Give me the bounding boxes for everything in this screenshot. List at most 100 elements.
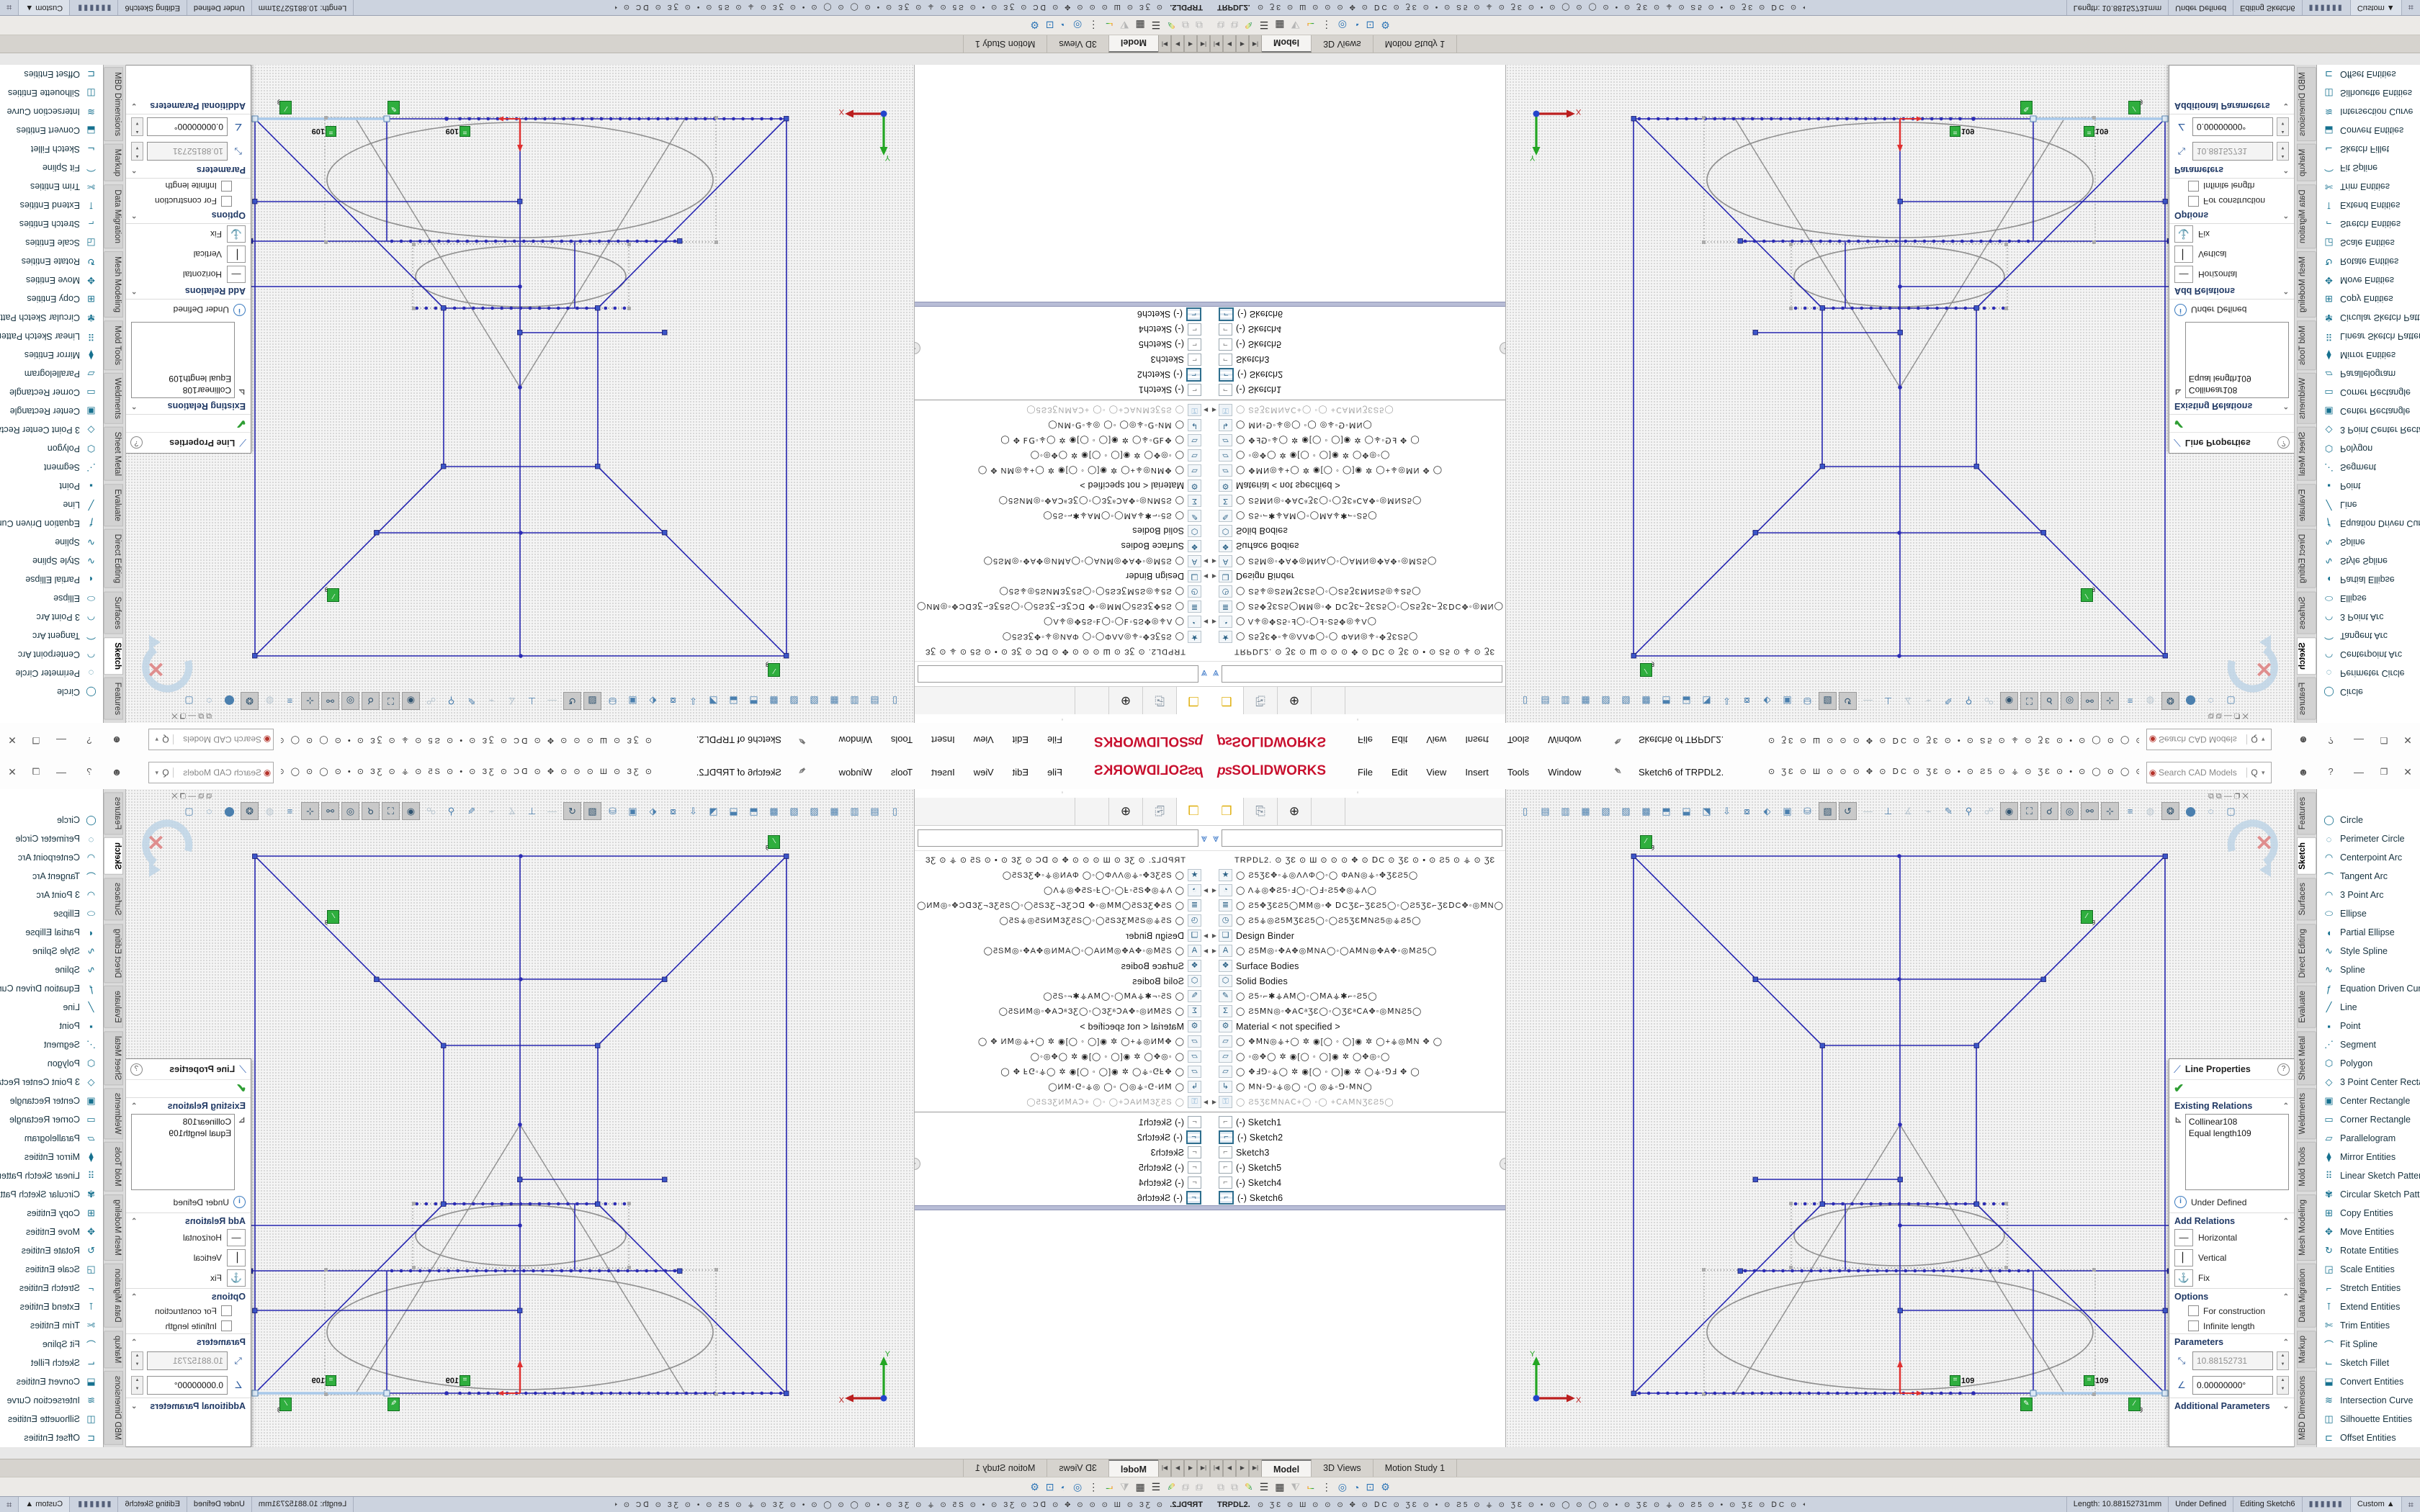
add-relation-button[interactable]: ⚓Fix — [2169, 224, 2294, 244]
feature-tree-item[interactable]: ▱ ◯ ✥ⅯΝ◎⚶+◯ ✲ ◉[◯ ◦ ◯]◉ ✲ ◯+⚶◎ⅯΝ ✥ ◯ — [1210, 1034, 1505, 1049]
command-tab[interactable]: MBD Dimensions — [2297, 1371, 2316, 1445]
equal-length-tag[interactable]: =109 — [2084, 1375, 2108, 1386]
featuremanager-tab[interactable]: ❒ — [1210, 687, 1244, 714]
feature-tree-item[interactable]: ★ ◯ Ƨ5ƷƐ✥◦⚶◎ΛΛΦ◯◦◯ ΦΑΝ◎⚶◦✥ƷƐƧ5◯ — [1210, 629, 1505, 644]
sketch-tool-item[interactable]: ƒ Equation Driven Curve — [2317, 979, 2420, 998]
expand-icon[interactable]: ⌄ — [131, 1403, 137, 1410]
feature-tree-item[interactable]: ⌐ (-) Sketch2 — [915, 367, 1210, 382]
graphics-area[interactable]: ⧉ ⧉ — ❐ ✕ ▯▤▥▦▧▨▩⬒⬓⬔⇩⧇⬖▣⛁▨↺—⊥∡⌁✎⚲☍◉⛶☌◎⚯⊹… — [1506, 65, 2294, 723]
sketch-tool-item[interactable]: ▣ Center Rectangle — [2317, 1092, 2420, 1110]
command-tab[interactable]: Evaluate — [104, 484, 123, 526]
menu-item[interactable]: View — [1426, 734, 1446, 745]
search-dropdown-icon[interactable]: ▾ — [149, 736, 158, 744]
sketch-tool-item[interactable]: ⋰ Segment — [2317, 1035, 2420, 1054]
relation-badge[interactable]: ∕ȝ — [279, 1398, 292, 1411]
sketch-tool-item[interactable]: ◌ Perimeter Circle — [0, 829, 103, 848]
menu-item[interactable]: Tools — [891, 767, 913, 778]
sketch-tool-item[interactable]: ↻ Rotate Entities — [2317, 1241, 2420, 1260]
sketch-tool-item[interactable]: ▱ Parallelogram — [2317, 364, 2420, 383]
sketch-tool-item[interactable]: ✥ Move Entities — [0, 1223, 103, 1241]
feature-tree-item[interactable]: ≣ ◯ Ƨ5✥ƷƐƧ5◯ⅯⅯ◎◦✥ ⅮϹƷƐ⌐ƷƐƧ5◯◦◯Ƨ5ƷƐ⌐ƷƐⅮϹ✥… — [915, 898, 1210, 913]
sketch-tool-item[interactable]: ✾ Circular Sketch Pattern — [2317, 1185, 2420, 1204]
sketch-tool-item[interactable]: ⌐ Stretch Entities — [0, 1279, 103, 1297]
relation-button-icon[interactable]: ⚓ — [2174, 225, 2193, 243]
command-tab[interactable]: Surfaces — [2297, 592, 2316, 634]
menu-item[interactable]: Tools — [1507, 734, 1529, 745]
collapse-icon[interactable]: ⌃ — [131, 166, 137, 174]
sketch-tool-item[interactable]: ⌒ Tangent Arc — [0, 867, 103, 886]
tree-filter-input[interactable] — [1222, 665, 1502, 683]
collapse-icon[interactable]: ⌃ — [131, 1102, 137, 1110]
feature-tree-item[interactable]: ▱ ◯ ◦◎✥◯ ✲ ◉[◯ ◦ ◯]◉ ✲ ◯✥◎◦◯ — [915, 448, 1210, 463]
relations-listbox[interactable]: Collinear108Equal length109 — [131, 322, 235, 398]
feature-tree-item[interactable]: ≣ ◯ Ƨ5✥ƷƐƧ5◯ⅯⅯ◎◦✥ ⅮϹƷƐ⌐ƷƐƧ5◯◦◯Ƨ5ƷƐ⌐ƷƐⅮϹ✥… — [915, 599, 1210, 614]
help-icon[interactable]: ? — [80, 732, 99, 749]
command-tab[interactable]: Weldments — [2297, 373, 2316, 424]
sketch-tool-item[interactable]: ⠿ Linear Sketch Pattern — [0, 327, 103, 346]
sketch-tool-item[interactable]: ▣ Center Rectangle — [2317, 402, 2420, 420]
menu-item[interactable]: Insert — [1465, 767, 1489, 778]
length-input[interactable]: 10.88152731 — [2192, 142, 2273, 161]
sketch-tool-item[interactable]: ⌒ Fit Spline — [0, 158, 103, 177]
view-tool-icon[interactable]: ⧨ — [1291, 19, 1301, 31]
menu-item[interactable]: Tools — [1507, 767, 1529, 778]
sketch-tool-item[interactable]: ◠ Centerpoint Arc — [0, 645, 103, 664]
relation-badge[interactable]: ∕ȝ — [2081, 588, 2093, 602]
command-tab[interactable]: Mold Tools — [104, 1142, 123, 1192]
sketch-tool-item[interactable]: ✄ Trim Entities — [2317, 177, 2420, 196]
sketch-tool-item[interactable]: ⌐ Stretch Entities — [2317, 1279, 2420, 1297]
tree-expander-icon[interactable]: ▶ — [1201, 618, 1210, 625]
graphics-area[interactable]: ⧉ ⧉ — ❐ ✕ ▯▤▥▦▧▨▩⬒⬓⬔⇩⧇⬖▣⛁▨↺—⊥∡⌁✎⚲☍◉⛶☌◎⚯⊹… — [1506, 789, 2294, 1447]
feature-tree-item[interactable]: ❖ Surface Bodies — [1210, 539, 1505, 554]
feature-tree-item[interactable]: ⚙ Material < not specified > — [915, 1019, 1210, 1034]
view-tool-icon[interactable]: ⚙ — [1381, 1481, 1390, 1493]
tree-filter-input[interactable] — [918, 829, 1198, 847]
sketch-tool-item[interactable]: ⋰ Segment — [2317, 458, 2420, 477]
cancel-sketch-icon[interactable]: ✕ — [2255, 831, 2273, 856]
command-tab[interactable]: Data Migration — [104, 184, 123, 248]
featuremanager-split-bar[interactable] — [915, 1205, 1210, 1210]
feature-tree-item[interactable]: ◷ ◯ Ƨ5⚶◎Ƨ5ⅯƷƐƧ5◯◦◯Ƨ5ƷƐⅯΝƧ5◎⚶Ƨ5◯ — [915, 584, 1210, 599]
add-relation-button[interactable]: ⎢Vertical — [126, 244, 251, 264]
relation-button-icon[interactable]: ⚓ — [2174, 1269, 2193, 1287]
sketch-tool-item[interactable]: ⊏ Offset Entities — [0, 65, 103, 84]
feature-tree-item[interactable]: ≣ ◯ Ƨ5✥ƷƐƧ5◯ⅯⅯ◎◦✥ ⅮϹƷƐ⌐ƷƐƧ5◯◦◯Ƨ5ƷƐ⌐ƷƐⅮϹ✥… — [1210, 599, 1505, 614]
feature-tree-item[interactable]: TRPDL2. ⊙ ƷƐ ⊙ Ш ⊙ ⊙ ⊙ ✥ ⊙ ⅮϹ ⊙ ƷƐ ⊙ • ⊙… — [915, 644, 1210, 660]
sketch-tool-item[interactable]: ⊺ Extend Entities — [2317, 196, 2420, 215]
view-tool-icon[interactable]: ◔ — [1061, 1482, 1067, 1493]
featuremanager-tab[interactable]: ⎘ — [1244, 798, 1278, 825]
tree-expander-icon[interactable]: ▶ — [1201, 573, 1210, 580]
command-tab[interactable]: Mesh Modeling — [104, 1194, 123, 1261]
angle-input[interactable]: 0.00000000° — [2192, 1376, 2273, 1395]
view-tool-icon[interactable]: ☰ — [1152, 1481, 1161, 1493]
sketch-tool-item[interactable]: ✄ Trim Entities — [2317, 1316, 2420, 1335]
sketch-tool-item[interactable]: ∿ Style Spline — [2317, 552, 2420, 570]
feature-tree-item[interactable]: ⬡ Solid Bodies — [915, 523, 1210, 539]
view-tool-icon[interactable]: ⊡ — [1046, 19, 1054, 31]
add-relation-button[interactable]: ⚓Fix — [126, 224, 251, 244]
length-spinner[interactable]: ▲▼ — [2277, 1351, 2289, 1370]
feature-tree-item[interactable]: ⌐ (-) Sketch4 — [915, 322, 1210, 337]
sketch-tool-item[interactable]: ⠿ Linear Sketch Pattern — [0, 1166, 103, 1185]
view-tool-icon[interactable]: ⧨ — [1120, 1481, 1129, 1493]
sketch-tool-item[interactable]: ↻ Rotate Entities — [0, 252, 103, 271]
view-tool-icon[interactable]: ⋮ — [1088, 1481, 1098, 1493]
close-button[interactable]: ✕ — [2398, 763, 2417, 780]
menu-item[interactable]: File — [1047, 734, 1062, 745]
sketch-tool-item[interactable]: ◠ Centerpoint Arc — [0, 848, 103, 867]
sketch-tool-item[interactable]: ◯ Circle — [0, 683, 103, 701]
sketch-tool-item[interactable]: ▣ Center Rectangle — [0, 402, 103, 420]
option-row[interactable]: Infinite length — [2169, 179, 2294, 194]
sketch-tool-item[interactable]: ◫ Silhouette Entities — [2317, 1410, 2420, 1428]
sketch-tool-item[interactable]: ▪ Point — [2317, 477, 2420, 495]
command-tab[interactable]: Features — [2297, 792, 2316, 834]
feature-tree-item[interactable]: ⌐ (-) Sketch1 — [915, 1115, 1210, 1130]
command-tab[interactable]: Sheet Metal — [104, 427, 123, 481]
view-tool-icon[interactable]: ⌙ — [1105, 19, 1113, 31]
sketch-tool-item[interactable]: ≋ Intersection Curve — [0, 102, 103, 121]
angle-spinner[interactable]: ▲▼ — [2277, 117, 2289, 136]
sketch-tool-item[interactable]: ⌒ Fit Spline — [2317, 158, 2420, 177]
feature-tree-item[interactable]: ▶ ❏ Design Binder — [1210, 928, 1505, 943]
options-header[interactable]: Options — [212, 210, 246, 220]
relation-entry[interactable]: Collinear108 — [2189, 1116, 2285, 1128]
